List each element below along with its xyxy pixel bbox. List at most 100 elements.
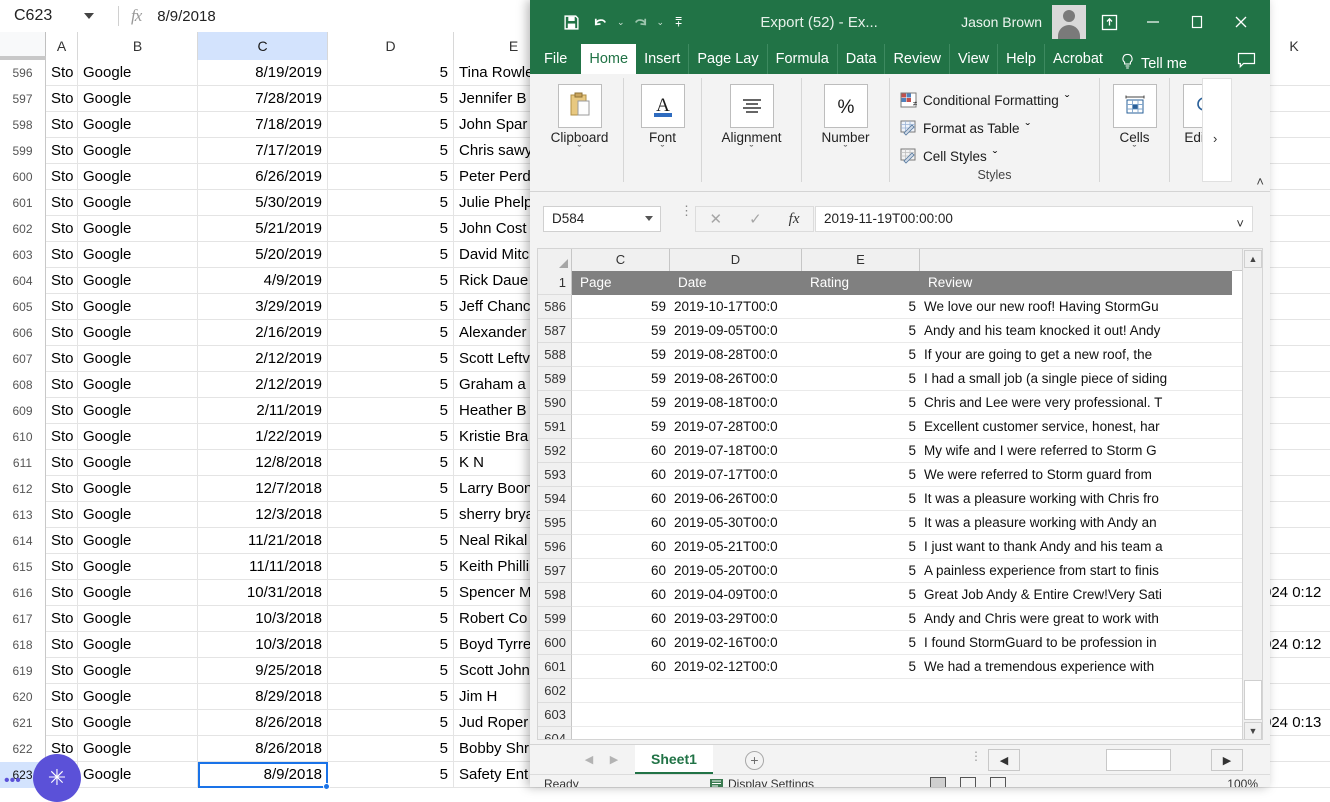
cell-rating[interactable]: 5	[802, 463, 920, 487]
sheets-cell-d[interactable]: 5	[328, 632, 454, 658]
excel-col-header-e[interactable]: E	[802, 249, 920, 271]
quick-access-toolbar[interactable]: ⌄ ⌄ ⩱	[530, 11, 687, 34]
alignment-icon[interactable]	[730, 84, 774, 128]
cell-page[interactable]: 59	[572, 367, 670, 391]
cell-date[interactable]: 2019-05-21T00:0	[670, 535, 802, 559]
sheets-cell-b[interactable]: Google	[78, 294, 198, 320]
cell-page[interactable]: 60	[572, 463, 670, 487]
sheets-cell-d[interactable]: 5	[328, 476, 454, 502]
chevron-down-icon[interactable]	[84, 13, 94, 19]
table-row[interactable]: 586592019-10-17T00:05We love our new roo…	[538, 295, 1263, 319]
cell-date[interactable]: 2019-06-26T00:0	[670, 487, 802, 511]
excel-formula-bar[interactable]: D584 ⋮ ✕ ✓ fx 2019-11-19T00:00:00 ˅	[530, 192, 1270, 248]
tab-view[interactable]: View	[950, 44, 998, 74]
table-row[interactable]: 587592019-09-05T00:05Andy and his team k…	[538, 319, 1263, 343]
page-break-view-icon[interactable]	[990, 777, 1006, 787]
cell-page[interactable]: 59	[572, 343, 670, 367]
sheets-cell-c[interactable]: 6/26/2019	[198, 164, 328, 190]
sheets-cell-b[interactable]: Google	[78, 606, 198, 632]
cell-rating[interactable]: 5	[802, 343, 920, 367]
sheets-cell-b[interactable]: Google	[78, 554, 198, 580]
ribbon-group-cells[interactable]: Cells ˇ	[1100, 78, 1170, 182]
sheet-tab-bar[interactable]: ◀ ▶ Sheet1 + ⋮ ◀ ▶	[530, 744, 1270, 774]
excel-row-header[interactable]: 596	[538, 535, 572, 559]
excel-col-header-c[interactable]: C	[572, 249, 670, 271]
table-row[interactable]: 590592019-08-18T00:05Chris and Lee were …	[538, 391, 1263, 415]
cell-page[interactable]: 60	[572, 607, 670, 631]
cell-date[interactable]: 2019-09-05T00:0	[670, 319, 802, 343]
excel-row-header[interactable]: 590	[538, 391, 572, 415]
account-name[interactable]: Jason Brown	[961, 14, 1042, 30]
sheets-row-header[interactable]: 603	[0, 242, 46, 268]
excel-window[interactable]: ⌄ ⌄ ⩱ Export (52) - Ex... Jason Brown	[530, 0, 1270, 787]
cell-review[interactable]	[920, 679, 1232, 703]
scroll-right-icon[interactable]: ▶	[1211, 749, 1243, 771]
cell-page[interactable]	[572, 679, 670, 703]
sheets-row-header[interactable]: 602	[0, 216, 46, 242]
excel-col-header-f[interactable]	[920, 249, 1232, 271]
table-row[interactable]: 596602019-05-21T00:05I just want to than…	[538, 535, 1263, 559]
excel-row-header[interactable]: 597	[538, 559, 572, 583]
excel-row-header[interactable]: 587	[538, 319, 572, 343]
sheets-cell-c[interactable]: 9/25/2018	[198, 658, 328, 684]
cell-date[interactable]: 2019-04-09T00:0	[670, 583, 802, 607]
sheets-cell-b[interactable]: Google	[78, 398, 198, 424]
ribbon-group-styles[interactable]: ≠ Conditional Formatting ˇ Format as Tab…	[890, 78, 1100, 182]
cell-date[interactable]: 2019-05-30T00:0	[670, 511, 802, 535]
sheets-cell-a[interactable]: Sto	[46, 398, 78, 424]
chevron-down-icon[interactable]: ˇ	[1026, 121, 1031, 136]
cell-rating[interactable]: 5	[802, 583, 920, 607]
sheets-cell-b[interactable]: Google	[78, 138, 198, 164]
sheets-row-header[interactable]: 608	[0, 372, 46, 398]
cell-review[interactable]: It was a pleasure working with Andy an	[920, 511, 1232, 535]
sheets-cell-c[interactable]: 10/3/2018	[198, 606, 328, 632]
sheets-cell-b[interactable]: Google	[78, 710, 198, 736]
sheets-cell-b[interactable]: Google	[78, 580, 198, 606]
sheets-row-header[interactable]: 616	[0, 580, 46, 606]
comments-button[interactable]	[1237, 52, 1270, 74]
percent-icon[interactable]: %	[824, 84, 868, 128]
sheets-cell-c[interactable]: 1/22/2019	[198, 424, 328, 450]
cell-date[interactable]: 2019-03-29T00:0	[670, 607, 802, 631]
excel-title-bar[interactable]: ⌄ ⌄ ⩱ Export (52) - Ex... Jason Brown	[530, 0, 1270, 44]
sheets-cell-b[interactable]: Google	[78, 450, 198, 476]
insert-function-icon[interactable]: fx	[789, 211, 800, 228]
chevron-down-icon[interactable]: ˇ	[1100, 145, 1169, 156]
cell-rating[interactable]	[802, 679, 920, 703]
chevron-down-icon[interactable]: ˇ	[624, 145, 701, 156]
sheets-cell-c[interactable]: 12/3/2018	[198, 502, 328, 528]
sheets-cell-d[interactable]: 5	[328, 398, 454, 424]
sheets-row-header[interactable]: 600	[0, 164, 46, 190]
sheets-col-header-a[interactable]: A	[46, 32, 78, 60]
clipboard-icon[interactable]	[558, 84, 602, 128]
tab-insert[interactable]: Insert	[636, 44, 689, 74]
expand-formula-bar-icon[interactable]: ˅	[1236, 212, 1244, 236]
sheets-cell-a[interactable]: Sto	[46, 216, 78, 242]
sheets-row-header[interactable]: 620	[0, 684, 46, 710]
tab-file[interactable]: File	[530, 44, 581, 74]
hscrollbar-thumb[interactable]	[1106, 749, 1171, 771]
sheets-cell-d[interactable]: 5	[328, 86, 454, 112]
sheets-row-header[interactable]: 610	[0, 424, 46, 450]
excel-row-header[interactable]: 589	[538, 367, 572, 391]
cell-page[interactable]: 59	[572, 319, 670, 343]
table-row[interactable]: 600602019-02-16T00:05I found StormGuard …	[538, 631, 1263, 655]
cell-review[interactable]: I just want to thank Andy and his team a	[920, 535, 1232, 559]
sheets-cell-c[interactable]: 2/11/2019	[198, 398, 328, 424]
cell-review[interactable]: Andy and Chris were great to work with	[920, 607, 1232, 631]
excel-row-header[interactable]: 601	[538, 655, 572, 679]
sheets-cell-d[interactable]: 5	[328, 658, 454, 684]
sheets-cell-c[interactable]: 8/29/2018	[198, 684, 328, 710]
sheets-cell-c[interactable]: 11/11/2018	[198, 554, 328, 580]
cell-review[interactable]: Excellent customer service, honest, har	[920, 415, 1232, 439]
sheet-bar-grip[interactable]: ⋮	[970, 753, 982, 759]
excel-col-header-d[interactable]: D	[670, 249, 802, 271]
sheets-cell-c[interactable]: 5/20/2019	[198, 242, 328, 268]
chevron-down-icon[interactable]: ˇ	[802, 145, 889, 156]
table-row[interactable]: 593602019-07-17T00:05We were referred to…	[538, 463, 1263, 487]
sheets-cell-b[interactable]: Google	[78, 632, 198, 658]
previous-sheet-icon[interactable]: ◀	[580, 751, 598, 769]
table-row[interactable]: 591592019-07-28T00:05Excellent customer …	[538, 415, 1263, 439]
sheets-cell-d[interactable]: 5	[328, 372, 454, 398]
cell-date[interactable]: 2019-07-28T00:0	[670, 415, 802, 439]
